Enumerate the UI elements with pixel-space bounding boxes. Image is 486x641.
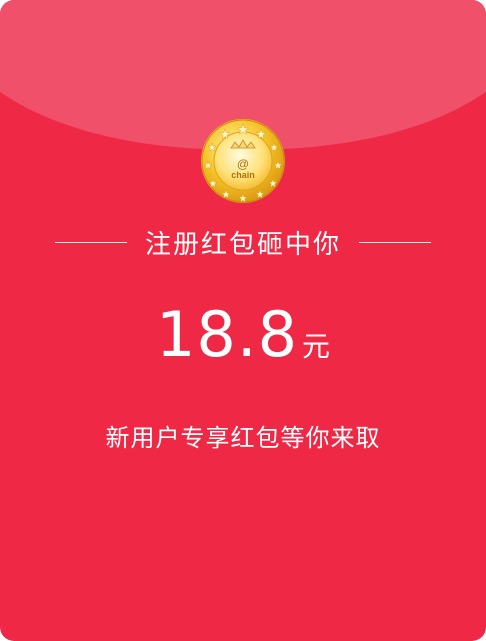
left-divider bbox=[54, 241, 127, 243]
amount-unit: 元 bbox=[302, 330, 331, 363]
chain-coin-icon: @ chain bbox=[200, 118, 286, 204]
red-envelope[interactable]: @ chain 注册红包砸中你 18.8 元 新用户专享红包等你来取 bbox=[0, 0, 486, 641]
headline: 注册红包砸中你 bbox=[144, 229, 341, 260]
coin-brand-label: chain bbox=[231, 170, 255, 180]
headline-row: 注册红包砸中你 bbox=[0, 222, 486, 262]
coin-symbol: @ bbox=[237, 157, 249, 171]
subtitle: 新用户专享红包等你来取 bbox=[105, 424, 381, 452]
amount-value: 18.8 bbox=[155, 298, 299, 371]
right-divider bbox=[359, 241, 431, 243]
amount-row: 18.8 元 bbox=[0, 298, 486, 378]
